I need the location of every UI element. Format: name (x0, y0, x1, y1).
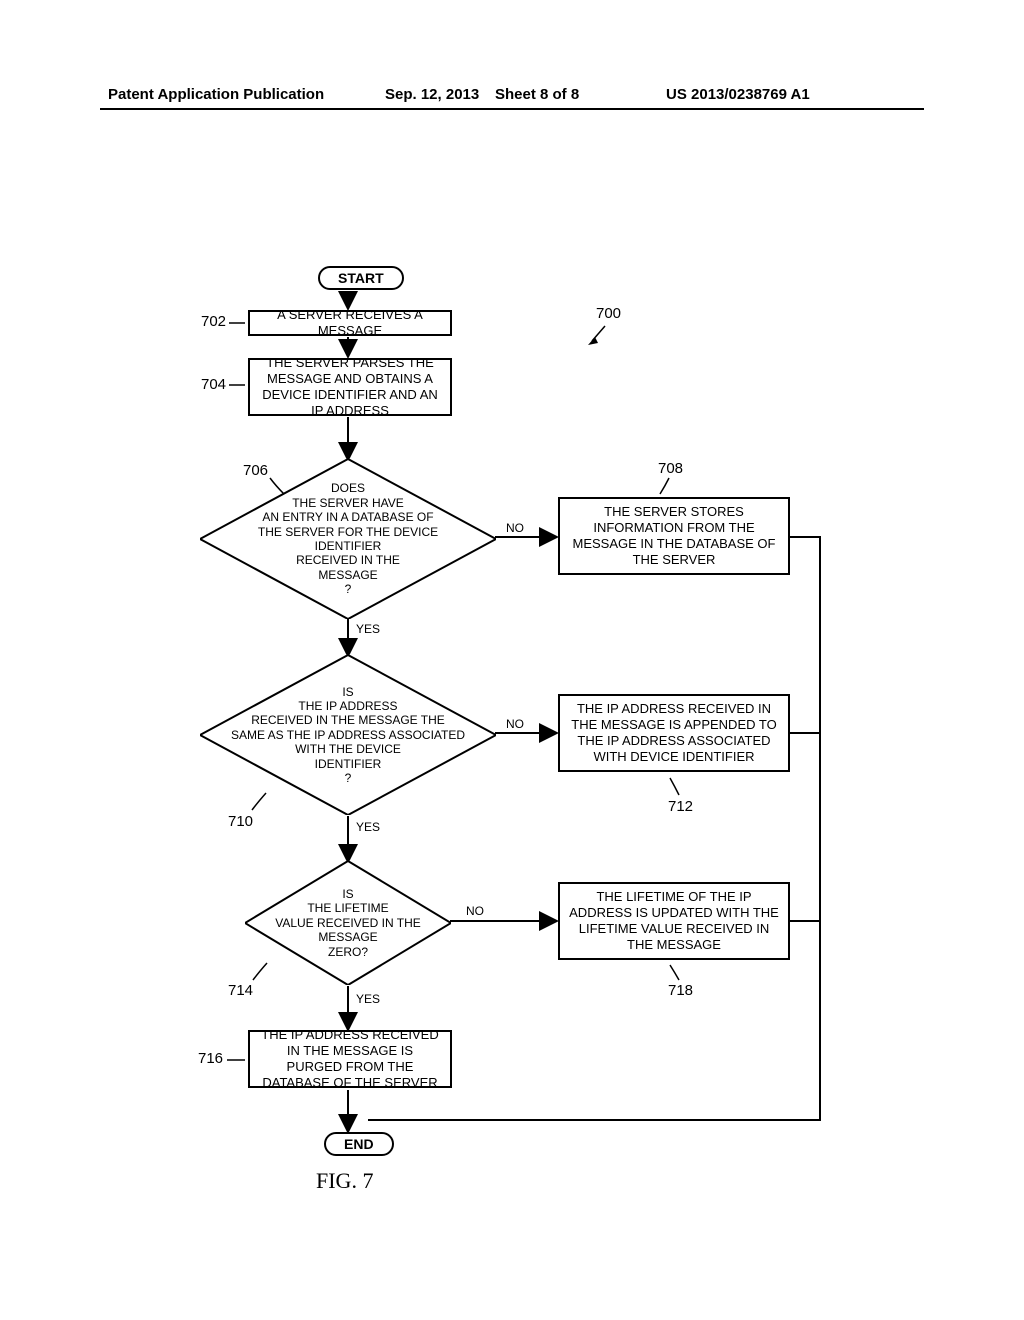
edge-710-yes: YES (356, 820, 380, 834)
edge-706-yes: YES (356, 622, 380, 636)
ref-710: 710 (228, 813, 253, 830)
end-terminator: END (324, 1132, 394, 1156)
decision-706-text: DOES THE SERVER HAVE AN ENTRY IN A DATAB… (200, 459, 496, 619)
figure-label: FIG. 7 (316, 1168, 373, 1194)
decision-710: IS THE IP ADDRESS RECEIVED IN THE MESSAG… (200, 655, 496, 815)
ref-704: 704 (201, 376, 226, 393)
step-716: THE IP ADDRESS RECEIVED IN THE MESSAGE I… (248, 1030, 452, 1088)
flowchart-canvas: START A SERVER RECEIVES A MESSAGE THE SE… (0, 0, 1024, 1320)
decision-710-text: IS THE IP ADDRESS RECEIVED IN THE MESSAG… (200, 655, 496, 815)
step-704: THE SERVER PARSES THE MESSAGE AND OBTAIN… (248, 358, 452, 416)
decision-706: DOES THE SERVER HAVE AN ENTRY IN A DATAB… (200, 459, 496, 619)
ref-714: 714 (228, 982, 253, 999)
ref-708: 708 (658, 460, 683, 477)
step-712: THE IP ADDRESS RECEIVED IN THE MESSAGE I… (558, 694, 790, 772)
ref-700: 700 (596, 305, 621, 322)
start-terminator: START (318, 266, 404, 290)
decision-714: IS THE LIFETIME VALUE RECEIVED IN THE ME… (245, 861, 451, 985)
ref-706: 706 (243, 462, 268, 479)
flow-arrows (0, 0, 1024, 1320)
edge-710-no: NO (506, 717, 524, 731)
step-702: A SERVER RECEIVES A MESSAGE (248, 310, 452, 336)
step-708: THE SERVER STORES INFORMATION FROM THE M… (558, 497, 790, 575)
edge-706-no: NO (506, 521, 524, 535)
ref-702: 702 (201, 313, 226, 330)
edge-714-yes: YES (356, 992, 380, 1006)
ref-718: 718 (668, 982, 693, 999)
ref-712: 712 (668, 798, 693, 815)
ref-716: 716 (198, 1050, 223, 1067)
edge-714-no: NO (466, 904, 484, 918)
step-718: THE LIFETIME OF THE IP ADDRESS IS UPDATE… (558, 882, 790, 960)
decision-714-text: IS THE LIFETIME VALUE RECEIVED IN THE ME… (245, 861, 451, 985)
